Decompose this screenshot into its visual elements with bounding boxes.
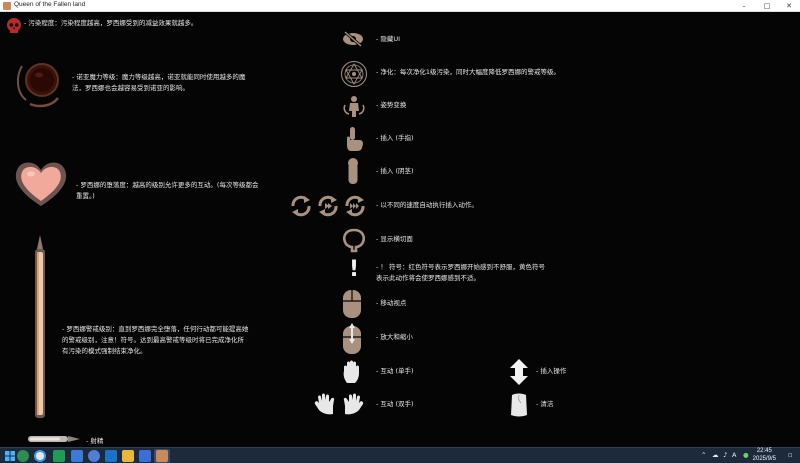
- taskbar-app-4-icon[interactable]: [71, 450, 83, 462]
- alert-gauge-icon: [35, 235, 45, 418]
- clock-date: 2025/9/5: [752, 455, 776, 462]
- app-icon: [3, 2, 11, 10]
- move-view-label: - 移动视点: [376, 299, 407, 307]
- hide-ui-icon: [343, 30, 363, 48]
- maximize-button[interactable]: □: [757, 0, 777, 12]
- start-button[interactable]: [5, 451, 15, 461]
- game-viewport[interactable]: - 污染程度：污染程度越高，罗西娜受到的减益效果就越多。 - 诺亚魔力等级：魔力…: [0, 12, 800, 447]
- auto-speed-slow-icon: [291, 195, 311, 217]
- auto-speed-medium-icon: [318, 195, 338, 217]
- cross-section-label: - 显示横切面: [376, 235, 413, 243]
- finger-icon: [347, 127, 363, 151]
- zoom-label: - 放大和缩小: [376, 333, 413, 341]
- tray-ime-indicator[interactable]: A: [732, 451, 736, 459]
- skull-icon: [7, 18, 21, 33]
- corruption-label: - 罗西娜的堕落度：越高的级别允许更多的互动。(每次等级都会重置。): [76, 181, 259, 200]
- taskbar-app-8-icon[interactable]: [139, 450, 151, 462]
- taskbar-app-6-icon[interactable]: [105, 450, 117, 462]
- taskbar-game-icon[interactable]: [156, 450, 168, 462]
- insert-action-arrow-icon: [510, 359, 528, 385]
- taskbar-app-1-icon[interactable]: [17, 450, 29, 462]
- alert-level-label: - 罗西娜警戒级别：直到罗西娜完全堕落，任何行动都可能提高她的警戒级别，注意！符…: [62, 325, 249, 355]
- insert-finger-label: - 插入 (手指): [376, 134, 414, 142]
- auto-speed-fast-icon: [345, 195, 365, 217]
- ejaculate-gauge-icon: [28, 436, 80, 442]
- pollution-label: - 污染程度：污染程度越高，罗西娜受到的减益效果就越多。: [24, 19, 198, 27]
- two-hands-left-icon: [314, 393, 335, 415]
- windows-taskbar: ⌃ ☁ ♪ A ● 22:45 2025/9/5 ▫: [0, 447, 800, 463]
- exclamation-icon: !: [349, 257, 360, 282]
- clean-label: - 清洁: [536, 400, 554, 408]
- interact-two-hands-label: - 互动 (双手): [376, 400, 414, 408]
- notification-icon[interactable]: ▫: [788, 451, 792, 459]
- tray-chevron-up-icon[interactable]: ⌃: [701, 451, 706, 459]
- tissue-clean-icon: [511, 393, 527, 417]
- magic-level-label: - 诺亚魔力等级：魔力等级越高，诺亚就能同时使用越多的魔法，罗西娜也会越容易受到…: [72, 73, 246, 92]
- taskbar-wechat-icon[interactable]: [53, 450, 65, 462]
- ejaculate-label: - 射精: [86, 437, 104, 445]
- close-button[interactable]: ✕: [779, 0, 799, 12]
- tray-cloud-icon[interactable]: ☁: [712, 451, 719, 459]
- auto-speed-label: - 以不同的速度自动执行插入动作。: [376, 201, 478, 209]
- interact-one-hand-label: - 互动 (单手): [376, 367, 414, 375]
- pose-change-label: - 姿势变换: [376, 101, 407, 109]
- minimize-button[interactable]: –: [734, 0, 754, 12]
- tray-speaker-icon[interactable]: ♪: [723, 451, 727, 459]
- purify-magic-circle-icon: [341, 61, 367, 87]
- mouse-zoom-icon: [343, 323, 361, 354]
- taskbar-chrome-icon[interactable]: [34, 450, 46, 462]
- exclamation-label: - ！ 符号：红色符号表示罗西娜开始感到不舒服，黄色符号表示此动作将会使罗西娜感…: [376, 263, 545, 282]
- clock-time: 22:45: [756, 448, 772, 454]
- one-hand-icon: [343, 360, 359, 383]
- pose-change-icon: [343, 96, 365, 117]
- cross-section-icon: [343, 228, 365, 253]
- magic-orb-icon: [16, 63, 59, 108]
- two-hands-right-icon: [343, 393, 364, 415]
- taskbar-explorer-icon[interactable]: [122, 450, 134, 462]
- system-clock[interactable]: 22:45 2025/9/5: [753, 448, 776, 463]
- insert-action-label: - 插入操作: [536, 367, 567, 375]
- window-title-bar: Queen of the Fallen land – □ ✕: [0, 0, 800, 12]
- window-title: Queen of the Fallen land: [14, 1, 86, 8]
- taskbar-app-5-icon[interactable]: [88, 450, 100, 462]
- corruption-heart-icon: [15, 162, 67, 206]
- purify-label: - 净化：每次净化1级污染，同时大幅度降低罗西娜的警戒等级。: [376, 68, 561, 76]
- insert-penis-label: - 插入 (阴茎): [376, 167, 414, 175]
- tray-status-icon[interactable]: ●: [743, 451, 749, 459]
- mouse-move-icon: [343, 290, 361, 318]
- penis-icon: [348, 158, 358, 184]
- hide-ui-label: - 隐藏UI: [376, 35, 401, 43]
